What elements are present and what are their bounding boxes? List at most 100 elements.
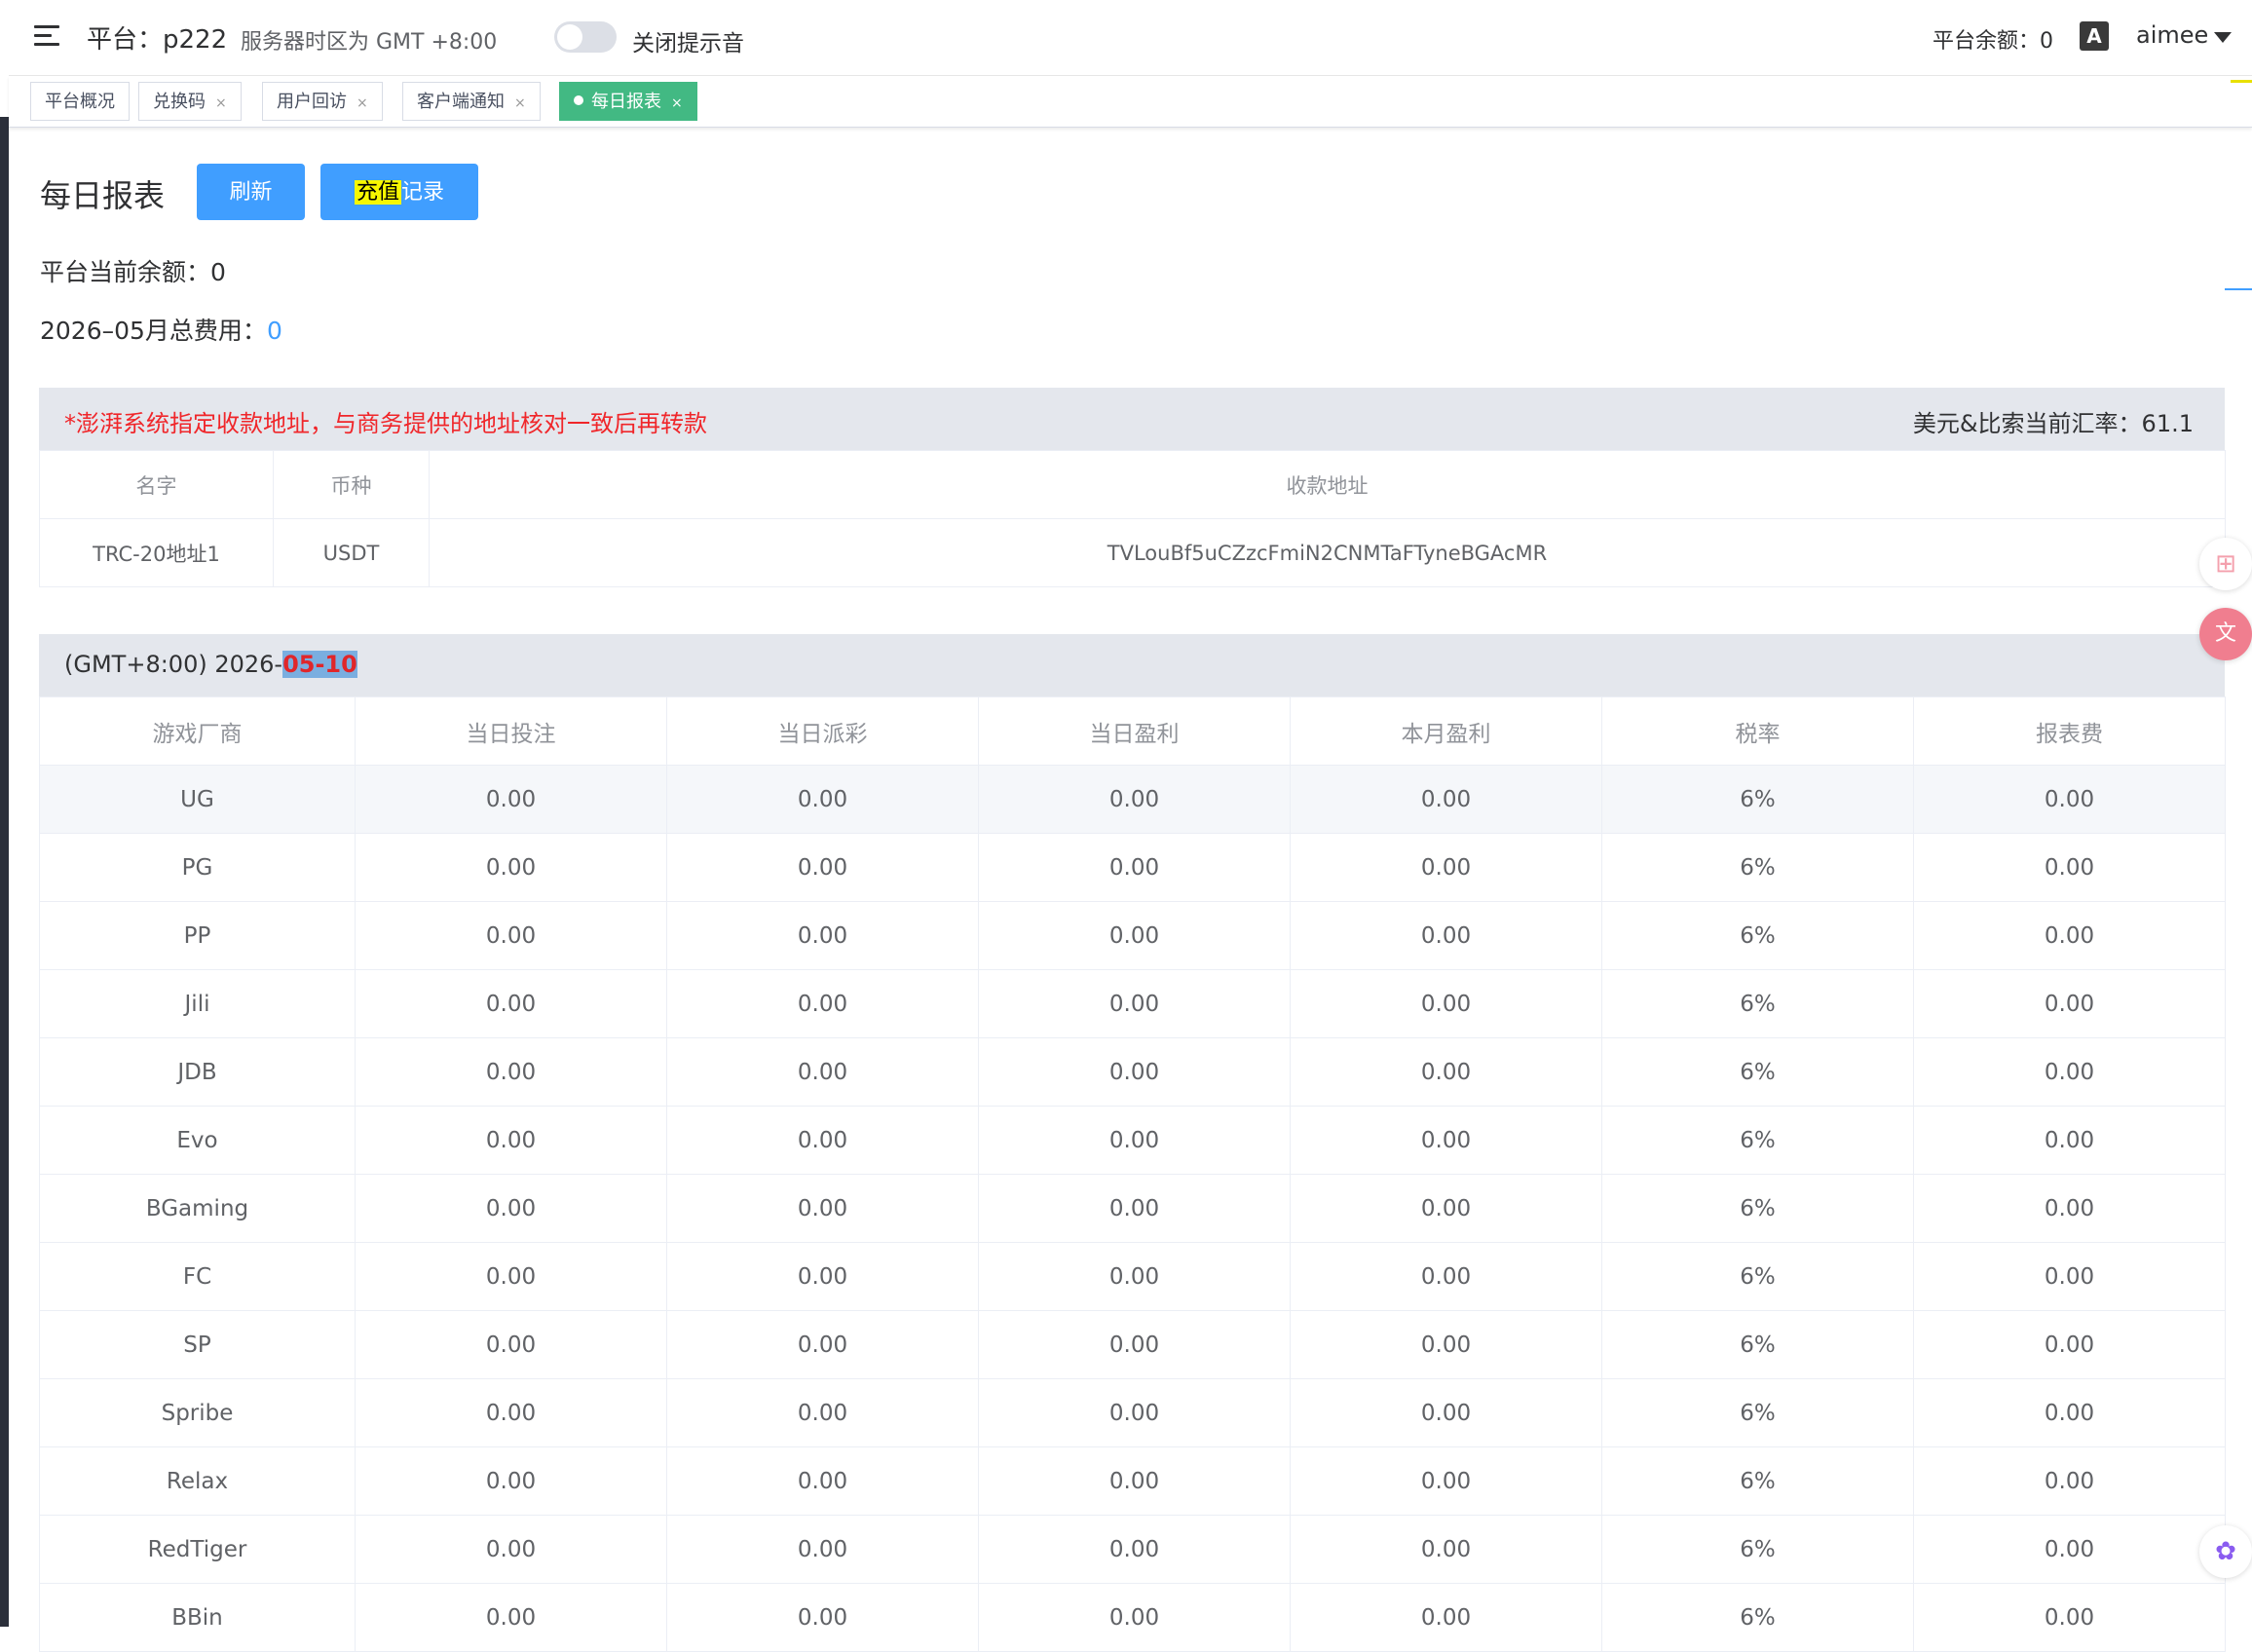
active-dot-icon <box>574 95 583 105</box>
tag-daily-report[interactable]: 每日报表 × <box>559 82 697 121</box>
mute-sound-label: 关闭提示音 <box>632 31 744 56</box>
table-cell: 0.00 <box>978 1446 1291 1516</box>
table-row: Spribe 0.00 0.00 0.00 0.00 6% 0.00 <box>39 1378 2226 1447</box>
table-cell: 0.00 <box>666 1515 979 1584</box>
table-cell: 0.00 <box>666 1106 979 1175</box>
table-cell: 0.00 <box>1290 1106 1602 1175</box>
table-cell: 0.00 <box>1913 1242 2226 1311</box>
monthly-total-fee: 2026–05月总费用：0 <box>40 312 282 347</box>
close-icon[interactable]: × <box>671 95 683 111</box>
table-cell: 0.00 <box>1913 1515 2226 1584</box>
platform-balance: 平台余额：0 <box>1933 29 2053 54</box>
edge-marker <box>2231 80 2252 83</box>
report-date: (GMT+8:00) 2026-05-10 <box>64 651 357 678</box>
table-cell: 6% <box>1601 969 1914 1038</box>
table-cell: 0.00 <box>1290 969 1602 1038</box>
recharge-record-button[interactable]: 充值记录 <box>320 164 478 220</box>
table-cell: 0.00 <box>1913 1106 2226 1175</box>
tags-view: 平台概况 兑换码 × 用户回访 × 客户端通知 × 每日报表 × <box>9 76 2252 128</box>
table-cell: 6% <box>1601 1515 1914 1584</box>
close-icon[interactable]: × <box>215 95 227 111</box>
tag-platform-overview[interactable]: 平台概况 <box>30 82 130 121</box>
tag-client-notice[interactable]: 客户端通知 × <box>402 82 541 121</box>
table-cell: Spribe <box>39 1378 356 1447</box>
table-cell: 0.00 <box>666 901 979 970</box>
sidebar-top <box>0 0 9 117</box>
address-notice: *澎湃系统指定收款地址，与商务提供的地址核对一致后再转款 <box>64 410 707 437</box>
report-card-header: (GMT+8:00) 2026-05-10 <box>39 634 2225 696</box>
table-row: TRC-20地址1 USDT TVLouBf5uCZzcFmiN2CNMTaFT… <box>39 518 2226 587</box>
table-cell: 6% <box>1601 833 1914 902</box>
tag-label: 兑换码 <box>153 92 206 112</box>
table-cell: 0.00 <box>666 969 979 1038</box>
table-cell: 0.00 <box>666 1174 979 1243</box>
table-cell: 6% <box>1601 901 1914 970</box>
platform-name: 平台：p222 <box>87 25 228 55</box>
table-cell: 0.00 <box>1913 833 2226 902</box>
tag-user-revisit[interactable]: 用户回访 × <box>262 82 383 121</box>
table-cell: FC <box>39 1242 356 1311</box>
translate-float-icon[interactable]: 文 <box>2199 608 2252 660</box>
tag-label: 客户端通知 <box>417 92 505 112</box>
menu-icon[interactable] <box>34 25 59 47</box>
close-icon[interactable]: × <box>357 95 368 111</box>
table-cell: 6% <box>1601 1583 1914 1652</box>
table-cell: 0.00 <box>1290 1515 1602 1584</box>
address-table: 名字 币种 收款地址 TRC-20地址1 USDT TVLouBf5uCZzcF… <box>39 450 2226 587</box>
table-cell: JDB <box>39 1037 356 1107</box>
table-cell: PG <box>39 833 356 902</box>
close-icon[interactable]: × <box>514 95 526 111</box>
mute-sound-switch[interactable] <box>554 21 617 53</box>
table-cell: 0.00 <box>666 1037 979 1107</box>
table-row: BBin 0.00 0.00 0.00 0.00 6% 0.00 <box>39 1583 2226 1652</box>
table-cell: 0.00 <box>978 765 1291 834</box>
table-cell: 0.00 <box>666 1378 979 1447</box>
table-cell: 0.00 <box>666 1583 979 1652</box>
user-menu[interactable]: aimee <box>2136 21 2208 49</box>
recharge-rest: 记录 <box>401 180 445 205</box>
table-row: Relax 0.00 0.00 0.00 0.00 6% 0.00 <box>39 1446 2226 1516</box>
refresh-button[interactable]: 刷新 <box>197 164 305 220</box>
table-cell: UG <box>39 765 356 834</box>
table-cell: 0.00 <box>1290 765 1602 834</box>
chevron-down-icon[interactable] <box>2214 32 2232 43</box>
column-header: 报表费 <box>1913 696 2226 766</box>
table-cell: 0.00 <box>666 1446 979 1516</box>
table-row: RedTiger 0.00 0.00 0.00 0.00 6% 0.00 <box>39 1515 2226 1584</box>
table-header-row: 名字 币种 收款地址 <box>39 450 2226 519</box>
translate-icon[interactable]: A <box>2080 21 2109 51</box>
brain-icon[interactable]: ✿ <box>2199 1525 2252 1578</box>
column-header: 当日盈利 <box>978 696 1291 766</box>
table-cell: 0.00 <box>1290 1037 1602 1107</box>
table-cell: 0.00 <box>355 901 667 970</box>
edge-marker <box>2225 288 2252 290</box>
column-header: 名字 <box>39 450 274 519</box>
table-cell: BBin <box>39 1583 356 1652</box>
exchange-rate: 美元&比索当前汇率：61.1 <box>1912 410 2194 437</box>
column-header: 税率 <box>1601 696 1914 766</box>
table-cell: 6% <box>1601 1378 1914 1447</box>
table-cell: 0.00 <box>1913 1174 2226 1243</box>
table-cell: 0.00 <box>978 1174 1291 1243</box>
table-cell: 0.00 <box>355 1583 667 1652</box>
table-cell: 0.00 <box>978 1037 1291 1107</box>
table-cell: TRC-20地址1 <box>39 518 274 587</box>
table-cell: Evo <box>39 1106 356 1175</box>
table-cell: 0.00 <box>1290 901 1602 970</box>
table-cell: PP <box>39 901 356 970</box>
table-cell: 0.00 <box>1913 969 2226 1038</box>
table-cell: 0.00 <box>355 833 667 902</box>
table-cell: 0.00 <box>1913 1446 2226 1516</box>
table-cell: 6% <box>1601 1106 1914 1175</box>
grid-plus-icon[interactable]: ⊞ <box>2199 538 2252 590</box>
monthly-fee-value[interactable]: 0 <box>267 317 282 345</box>
table-cell: 0.00 <box>355 1242 667 1311</box>
table-cell: 0.00 <box>978 1106 1291 1175</box>
table-cell: 6% <box>1601 765 1914 834</box>
table-row: JDB 0.00 0.00 0.00 0.00 6% 0.00 <box>39 1037 2226 1107</box>
tag-redeem-code[interactable]: 兑换码 × <box>138 82 242 121</box>
table-header-row: 游戏厂商 当日投注 当日派彩 当日盈利 本月盈利 税率 报表费 <box>39 696 2226 766</box>
column-header: 当日投注 <box>355 696 667 766</box>
table-cell: 0.00 <box>978 969 1291 1038</box>
table-cell: 0.00 <box>355 765 667 834</box>
